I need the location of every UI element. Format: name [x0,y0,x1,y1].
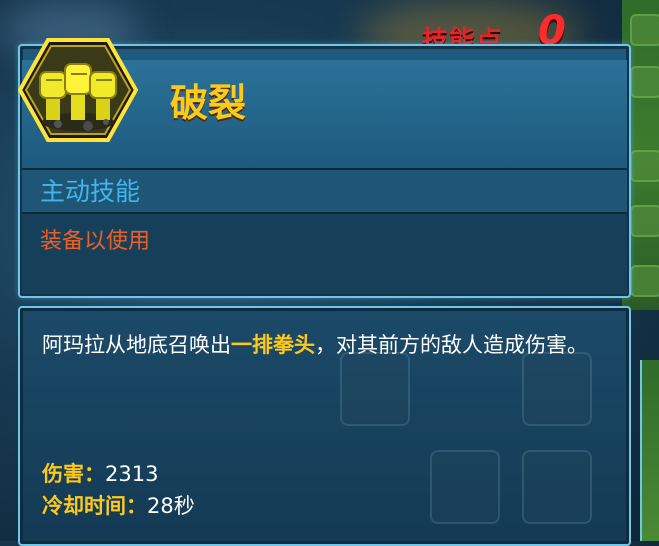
description-text: ，对其前方的敌人造成伤害。 [315,333,588,357]
equip-hint: 装备以使用 [40,229,151,254]
description-highlight: 一排拳头 [231,333,315,357]
skill-tree-node-icon[interactable] [630,14,659,46]
cooldown-value: 28秒 [147,494,195,518]
background-skill-slot [340,352,410,426]
skill-tree-column [640,360,659,541]
damage-value: 2313 [105,462,159,486]
background-skill-slot [430,450,500,524]
skill-tree-node-icon[interactable] [630,66,659,98]
background-skill-slot [522,450,592,524]
cooldown-label: 冷却时间： [42,494,147,518]
skill-tree-node-icon[interactable] [630,265,659,297]
damage-stat: 伤害：2313 [42,458,158,488]
background-skill-slot [522,352,592,426]
skill-tree-node-icon[interactable] [630,205,659,237]
skill-type-label: 主动技能 [40,177,141,206]
raised-fists-icon [17,36,139,144]
description-text: 阿玛拉从地底召唤出 [42,333,231,357]
skill-tree-node-icon[interactable] [630,150,659,182]
skill-description: 阿玛拉从地底召唤出一排拳头，对其前方的敌人造成伤害。 [42,330,612,361]
damage-label: 伤害： [42,462,105,486]
cooldown-stat: 冷却时间：28秒 [42,490,195,520]
skill-name: 破裂 [170,81,247,125]
